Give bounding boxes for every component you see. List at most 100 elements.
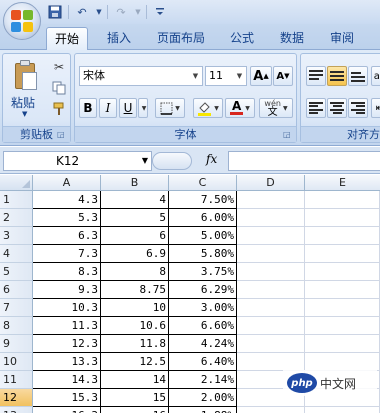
cell-b[interactable]: 8 — [101, 263, 169, 281]
row-header[interactable]: 10 — [0, 353, 33, 371]
redo-dropdown-icon[interactable]: ▼ — [134, 3, 142, 21]
cell-a[interactable]: 15.3 — [33, 389, 101, 407]
borders-button[interactable]: ▼ — [155, 98, 185, 118]
cell-a[interactable]: 16.3 — [33, 407, 101, 413]
save-icon[interactable] — [46, 3, 64, 21]
cell-c[interactable]: 6.60% — [169, 317, 237, 335]
underline-button[interactable]: U — [119, 98, 137, 118]
cell-c[interactable]: 6.29% — [169, 281, 237, 299]
cell-e[interactable] — [305, 281, 380, 299]
tab-data[interactable]: 数据 — [272, 27, 312, 50]
cell-b[interactable]: 5 — [101, 209, 169, 227]
cell-e[interactable] — [305, 227, 380, 245]
cell-c[interactable]: 2.00% — [169, 389, 237, 407]
customize-icon[interactable] — [151, 3, 169, 21]
cell-c[interactable]: 7.50% — [169, 191, 237, 209]
cell-c[interactable]: 2.14% — [169, 371, 237, 389]
cell-d[interactable] — [237, 209, 305, 227]
font-color-button[interactable]: A ▼ — [225, 98, 255, 118]
copy-icon[interactable] — [51, 80, 67, 96]
cell-b[interactable]: 10.6 — [101, 317, 169, 335]
row-header[interactable]: 11 — [0, 371, 33, 389]
cell-c[interactable]: 1.88% — [169, 407, 237, 413]
cell-a[interactable]: 5.3 — [33, 209, 101, 227]
font-name-combo[interactable]: 宋体 ▼ — [79, 66, 203, 86]
select-all-button[interactable] — [0, 175, 33, 191]
decrease-indent-button[interactable]: ⇤ — [371, 98, 380, 118]
row-header[interactable]: 3 — [0, 227, 33, 245]
cell-e[interactable] — [305, 209, 380, 227]
formula-input[interactable] — [228, 151, 380, 171]
cell-b[interactable]: 16 — [101, 407, 169, 413]
cell-d[interactable] — [237, 191, 305, 209]
undo-icon[interactable]: ↶ — [73, 3, 91, 21]
cell-b[interactable]: 4 — [101, 191, 169, 209]
cell-b[interactable]: 11.8 — [101, 335, 169, 353]
cell-b[interactable]: 6.9 — [101, 245, 169, 263]
align-left-button[interactable] — [306, 98, 326, 118]
cell-a[interactable]: 14.3 — [33, 371, 101, 389]
row-header[interactable]: 9 — [0, 335, 33, 353]
office-button[interactable] — [3, 2, 41, 40]
tab-formulas[interactable]: 公式 — [222, 27, 262, 50]
cell-b[interactable]: 8.75 — [101, 281, 169, 299]
cell-e[interactable] — [305, 263, 380, 281]
cell-d[interactable] — [237, 317, 305, 335]
cell-a[interactable]: 12.3 — [33, 335, 101, 353]
name-box[interactable]: K12 ▼ — [3, 151, 152, 171]
cell-c[interactable]: 5.80% — [169, 245, 237, 263]
cell-a[interactable]: 11.3 — [33, 317, 101, 335]
cell-e[interactable] — [305, 317, 380, 335]
insert-function-button[interactable]: fx — [206, 152, 217, 166]
cell-a[interactable]: 13.3 — [33, 353, 101, 371]
phonetic-guide-button[interactable]: wén 文 ▼ — [259, 98, 293, 118]
cell-b[interactable]: 15 — [101, 389, 169, 407]
shrink-font-button[interactable]: A ▼ — [273, 66, 293, 86]
cell-e[interactable] — [305, 407, 380, 413]
column-header-d[interactable]: D — [237, 175, 305, 191]
cell-e[interactable] — [305, 299, 380, 317]
column-header-a[interactable]: A — [33, 175, 101, 191]
cell-d[interactable] — [237, 299, 305, 317]
name-box-dropdown-icon[interactable]: ▼ — [142, 152, 148, 170]
align-top-button[interactable] — [306, 66, 326, 86]
cell-a[interactable]: 7.3 — [33, 245, 101, 263]
redo-icon[interactable]: ↷ — [112, 3, 130, 21]
font-size-dropdown-icon[interactable]: ▼ — [234, 68, 245, 84]
cell-d[interactable] — [237, 227, 305, 245]
row-header[interactable]: 1 — [0, 191, 33, 209]
row-header[interactable]: 6 — [0, 281, 33, 299]
cell-a[interactable]: 8.3 — [33, 263, 101, 281]
row-header[interactable]: 7 — [0, 299, 33, 317]
cell-e[interactable] — [305, 335, 380, 353]
cell-a[interactable]: 10.3 — [33, 299, 101, 317]
cell-d[interactable] — [237, 281, 305, 299]
cell-b[interactable]: 12.5 — [101, 353, 169, 371]
align-middle-button[interactable] — [327, 66, 347, 86]
row-header[interactable]: 2 — [0, 209, 33, 227]
align-center-button[interactable] — [327, 98, 347, 118]
paste-button[interactable]: 粘贴 — [11, 94, 35, 111]
bold-button[interactable]: B — [79, 98, 97, 118]
cell-d[interactable] — [237, 245, 305, 263]
row-header[interactable]: 12 — [0, 389, 33, 407]
cell-d[interactable] — [237, 335, 305, 353]
italic-button[interactable]: I — [99, 98, 117, 118]
undo-dropdown-icon[interactable]: ▼ — [95, 3, 103, 21]
cell-c[interactable]: 5.00% — [169, 227, 237, 245]
tab-insert[interactable]: 插入 — [99, 27, 139, 50]
paste-dropdown-icon[interactable]: ▼ — [22, 110, 27, 118]
cut-icon[interactable]: ✂ — [51, 59, 67, 75]
cell-c[interactable]: 3.75% — [169, 263, 237, 281]
underline-dropdown-icon[interactable]: ▼ — [138, 98, 148, 118]
fill-color-button[interactable]: ▼ — [193, 98, 223, 118]
tab-home[interactable]: 开始 — [46, 27, 88, 50]
tab-review[interactable]: 审阅 — [322, 27, 362, 50]
cell-d[interactable] — [237, 407, 305, 413]
grow-font-button[interactable]: A ▲ — [250, 66, 272, 86]
cell-a[interactable]: 4.3 — [33, 191, 101, 209]
cell-e[interactable] — [305, 353, 380, 371]
paste-icon[interactable] — [13, 60, 39, 92]
cell-b[interactable]: 10 — [101, 299, 169, 317]
tab-page-layout[interactable]: 页面布局 — [150, 27, 212, 50]
